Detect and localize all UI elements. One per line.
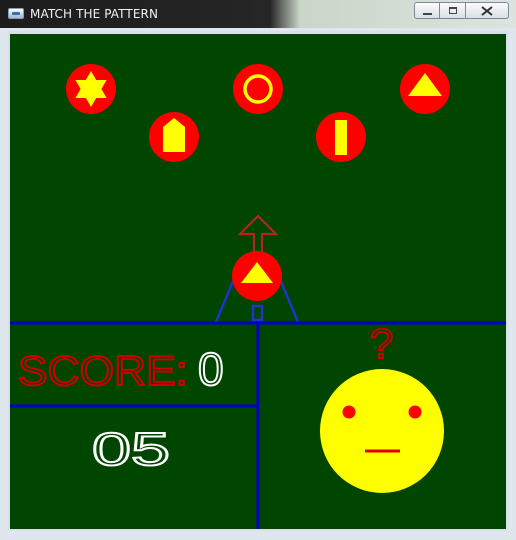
- game-board[interactable]: SCORE: 0 05 ?: [8, 31, 508, 531]
- status-face-icon: [320, 369, 444, 493]
- close-icon: [481, 5, 493, 16]
- game-canvas: SCORE: 0 05 ?: [8, 31, 508, 531]
- score-value: 0: [198, 343, 224, 395]
- minimize-button[interactable]: [414, 2, 440, 19]
- question-mark: ?: [370, 320, 393, 367]
- close-button[interactable]: [466, 2, 509, 19]
- target-token[interactable]: [316, 112, 366, 162]
- window-controls: [414, 2, 509, 20]
- window-frame-right: [508, 28, 516, 540]
- target-token[interactable]: [233, 64, 283, 114]
- left-eye: [342, 405, 356, 419]
- title-bar[interactable]: MATCH THE PATTERN: [0, 0, 516, 28]
- app-icon: [8, 8, 24, 19]
- minimize-icon: [422, 12, 432, 15]
- bar-icon: [335, 120, 347, 155]
- window-title: MATCH THE PATTERN: [30, 7, 159, 21]
- target-token[interactable]: [400, 64, 450, 114]
- maximize-icon: [448, 7, 457, 14]
- score-label: SCORE:: [18, 347, 188, 394]
- right-eye: [408, 405, 422, 419]
- round-counter: 05: [92, 423, 170, 475]
- target-token[interactable]: [149, 112, 199, 162]
- maximize-button[interactable]: [440, 2, 466, 19]
- window-frame-left: [0, 28, 8, 540]
- target-token[interactable]: [66, 64, 116, 114]
